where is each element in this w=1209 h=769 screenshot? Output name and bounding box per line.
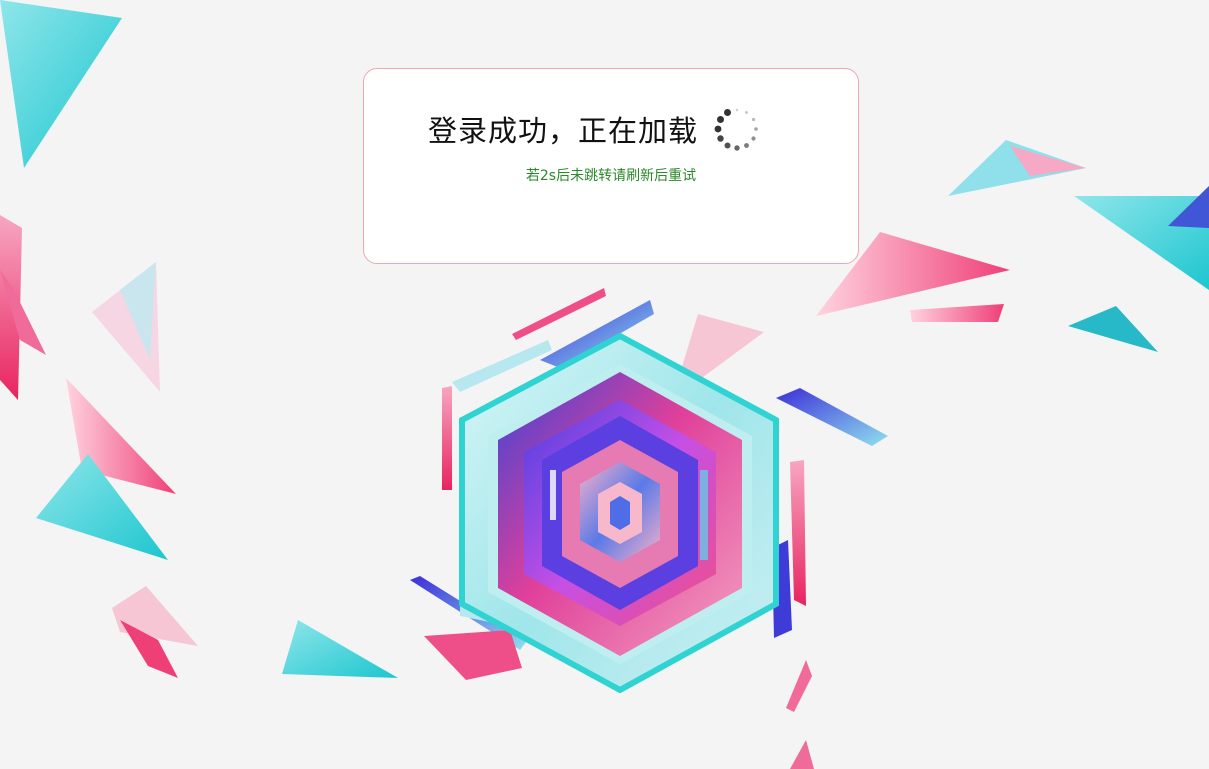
- decor-shape: [282, 620, 398, 678]
- status-title: 登录成功，正在加载: [428, 114, 699, 148]
- decor-shape: [424, 630, 522, 680]
- login-loading-page: 登录成功，正在加载 若2s后未跳转请刷新后重试: [0, 0, 1209, 769]
- decor-shape: [776, 388, 888, 446]
- decor-shape: [790, 460, 806, 606]
- decor-shape: [786, 660, 812, 712]
- login-status-dialog: 登录成功，正在加载 若2s后未跳转请刷新后重试: [363, 68, 859, 264]
- status-title-row: 登录成功，正在加载: [428, 103, 760, 155]
- retry-hint: 若2s后未跳转请刷新后重试: [525, 168, 697, 184]
- decor-shape: [442, 386, 452, 490]
- loading-spinner-icon: [714, 108, 758, 151]
- decor-shape: [1068, 306, 1158, 352]
- decor-shape: [910, 304, 1004, 322]
- decor-shape: [790, 740, 814, 769]
- decor-shape: [112, 586, 198, 646]
- decor-shape: [0, 0, 122, 168]
